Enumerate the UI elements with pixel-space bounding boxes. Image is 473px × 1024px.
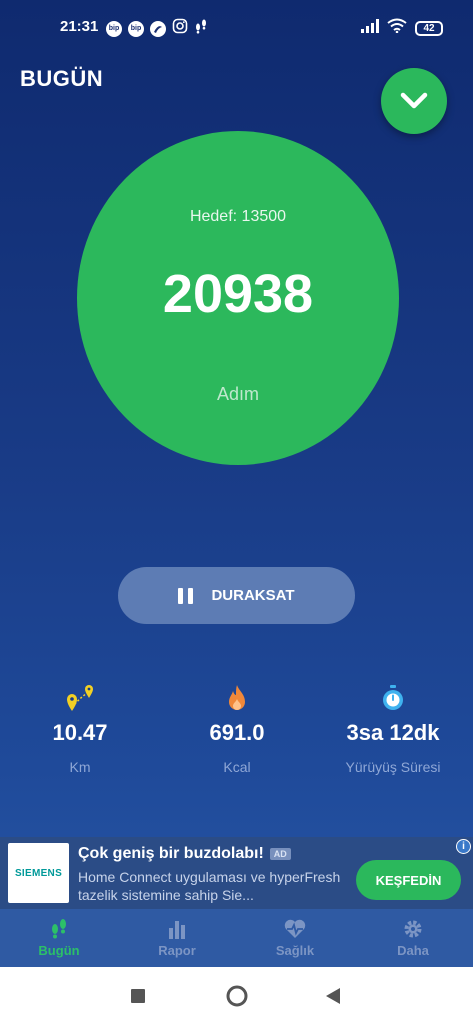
gear-icon <box>404 920 422 938</box>
ad-description: Home Connect uygulaması ve hyperFresh ta… <box>78 869 341 903</box>
wifi-icon <box>387 18 407 38</box>
nav-item-rapor[interactable]: Rapor <box>118 909 236 967</box>
status-time: 21:31 <box>60 18 99 35</box>
chevron-down-icon <box>400 92 428 109</box>
stats-row: 10.47 Km 691.0 Kcal 3sa 12dk Yürüyüş Sür… <box>0 680 473 790</box>
status-bar: 21:31 bip bip 42 <box>0 0 473 54</box>
heart-pulse-icon <box>284 919 306 938</box>
stat-distance: 10.47 Km <box>0 680 160 775</box>
bar-chart-icon <box>169 921 185 939</box>
footsteps-icon <box>194 18 208 39</box>
bottom-nav: Bugün Rapor Sağlık Daha <box>0 909 473 967</box>
page-title: BUGÜN <box>20 66 104 91</box>
stat-walk-duration-value: 3sa 12dk <box>346 720 440 745</box>
nav-item-bugun[interactable]: Bugün <box>0 909 118 967</box>
pause-icon <box>178 587 194 604</box>
ad-info-icon[interactable]: i <box>456 839 471 854</box>
system-status-icons: 42 <box>361 18 443 38</box>
stat-distance-value: 10.47 <box>52 720 108 745</box>
stat-distance-label: Km <box>69 759 91 775</box>
expand-button[interactable] <box>381 68 447 134</box>
signal-icon <box>361 18 379 38</box>
ad-title: Çok geniş bir buzdolabı! AD <box>78 845 291 863</box>
stat-calories: 691.0 Kcal <box>157 680 317 775</box>
nav-item-saglik[interactable]: Sağlık <box>236 909 354 967</box>
goal-target-label: Hedef: 13500 <box>189 208 287 225</box>
bip-icon: bip <box>128 20 144 37</box>
notification-icons: bip bip <box>106 18 208 39</box>
circle-icon <box>226 985 248 1006</box>
stat-walk-duration-label: Yürüyüş Süresi <box>345 759 441 775</box>
distance-icon <box>67 685 93 711</box>
stat-calories-label: Kcal <box>223 759 251 775</box>
ad-title-text: Çok geniş bir buzdolabı! <box>78 845 264 862</box>
pause-button-label: DURAKSAT <box>211 587 295 604</box>
stat-calories-value: 691.0 <box>209 720 265 745</box>
step-goal-circle: Hedef: 13500 20938 Adım <box>77 131 399 465</box>
home-button[interactable] <box>212 967 262 1024</box>
step-unit-label: Adım <box>216 384 259 404</box>
ad-tag: AD <box>269 848 291 860</box>
battery-indicator: 42 <box>415 20 443 36</box>
turkcell-icon <box>150 20 166 37</box>
nav-label-bugun: Bugün <box>38 943 80 958</box>
stopwatch-icon <box>383 685 403 710</box>
stat-walk-duration: 3sa 12dk Yürüyüş Süresi <box>313 680 473 775</box>
footsteps-icon <box>52 919 66 939</box>
recents-button[interactable] <box>113 967 163 1024</box>
square-icon <box>131 988 145 1003</box>
system-nav-bar <box>0 967 473 1024</box>
ad-cta-button[interactable]: KEŞFEDİN <box>356 860 461 900</box>
bip-icon: bip <box>106 20 122 37</box>
instagram-icon <box>172 18 188 39</box>
pause-button[interactable]: DURAKSAT <box>118 567 355 624</box>
nav-label-rapor: Rapor <box>158 943 196 958</box>
nav-item-daha[interactable]: Daha <box>354 909 472 967</box>
back-button[interactable] <box>308 967 358 1024</box>
flame-icon <box>229 685 245 710</box>
advertiser-logo: SIEMENS <box>8 843 69 903</box>
triangle-left-icon <box>326 987 340 1004</box>
step-count: 20938 <box>162 264 314 324</box>
nav-label-saglik: Sağlık <box>275 943 315 958</box>
nav-label-daha: Daha <box>397 943 429 958</box>
